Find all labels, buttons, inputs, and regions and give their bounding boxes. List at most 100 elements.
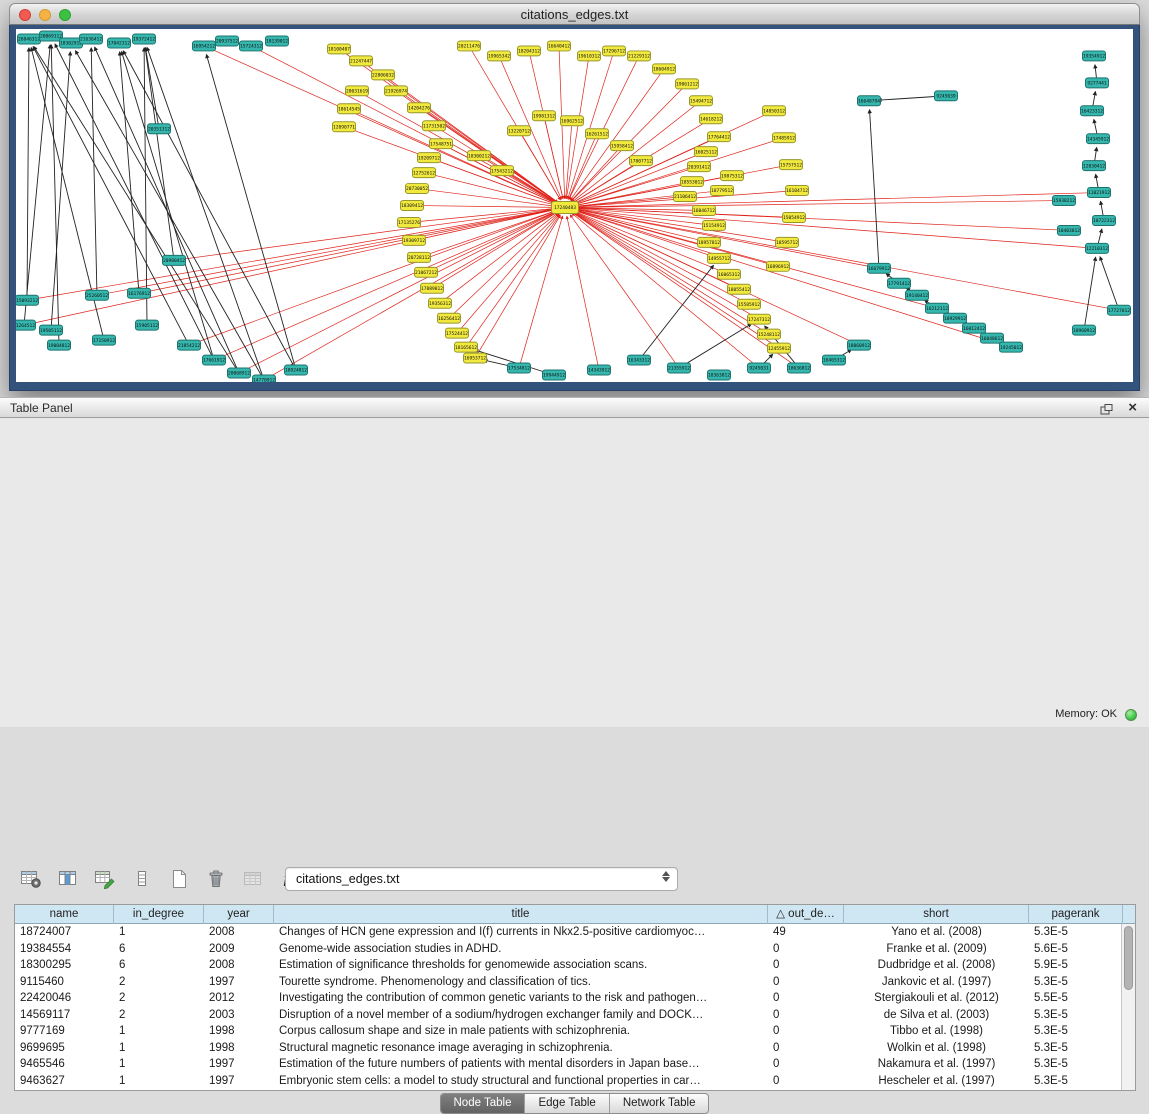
memory-status-light[interactable] <box>1125 709 1137 721</box>
graph-node[interactable]: 16953712 <box>464 353 487 363</box>
graph-node[interactable]: 19610312 <box>578 51 601 61</box>
delete-table-button[interactable] <box>203 866 229 892</box>
graph-node[interactable]: 19004812 <box>48 340 71 350</box>
graph-node[interactable]: 19372412 <box>133 34 156 44</box>
table-row[interactable]: 2242004622012Investigating the contribut… <box>15 990 1135 1007</box>
graph-node[interactable]: 18604912 <box>653 64 676 74</box>
graph-node[interactable]: 16104712 <box>786 186 809 196</box>
graph-node[interactable]: 15724312 <box>240 41 263 51</box>
graph-node[interactable]: 16025112 <box>695 147 718 157</box>
graph-node[interactable]: 17247312 <box>748 314 771 324</box>
column-header-name[interactable]: name <box>15 905 114 924</box>
close-panel-icon[interactable]: × <box>1128 398 1137 418</box>
graph-node[interactable]: 20211476 <box>458 41 481 51</box>
column-header-short[interactable]: short <box>844 905 1029 924</box>
graph-node[interactable]: 20031619 <box>346 86 369 96</box>
show-columns-button[interactable] <box>55 866 81 892</box>
graph-node[interactable]: 21355912 <box>668 363 691 373</box>
graph-node[interactable]: 18924812 <box>285 365 308 375</box>
graph-node[interactable]: 9245031 <box>748 363 771 373</box>
graph-node[interactable]: 16065312 <box>718 269 741 279</box>
graph-node[interactable]: 14618212 <box>700 114 723 124</box>
graph-node[interactable]: 17791412 <box>888 278 911 288</box>
graph-node[interactable]: 13220712 <box>508 126 531 136</box>
graph-node[interactable]: 15494712 <box>690 96 713 106</box>
graph-node[interactable]: 17807712 <box>630 156 653 166</box>
graph-node[interactable]: 12090771 <box>333 122 356 132</box>
graph-node[interactable]: 17889812 <box>421 283 444 293</box>
graph-node[interactable]: 15054912 <box>783 212 806 222</box>
graph-node[interactable]: 16954212 <box>193 41 216 51</box>
graph-node[interactable]: 18929912 <box>944 313 967 323</box>
graph-node[interactable]: 18960912 <box>1073 325 1096 335</box>
graph-node[interactable]: 16256412 <box>438 313 461 323</box>
graph-node[interactable]: 17240483 <box>552 202 579 214</box>
graph-node[interactable]: 15757512 <box>780 160 803 170</box>
graph-node[interactable]: 20937512 <box>216 36 239 46</box>
scrollbar-thumb[interactable] <box>1124 926 1133 990</box>
graph-node[interactable]: 14850312 <box>763 106 786 116</box>
graph-node[interactable]: 17548751 <box>430 139 453 149</box>
graph-node[interactable]: 18553012 <box>681 177 704 187</box>
graph-node[interactable]: 22806032 <box>372 70 395 80</box>
graph-node[interactable]: 19981312 <box>533 111 556 121</box>
column-header-title[interactable]: title <box>274 905 768 924</box>
graph-node[interactable]: 16679912 <box>868 263 891 273</box>
edit-table-button[interactable] <box>92 866 118 892</box>
table-row[interactable]: 1456911722003Disruption of a novel membe… <box>15 1007 1135 1024</box>
graph-node[interactable]: 19245012 <box>1000 342 1023 352</box>
graph-node[interactable]: 16896912 <box>767 261 790 271</box>
table-row[interactable]: 946554611997Estimation of the future num… <box>15 1056 1135 1073</box>
graph-node[interactable]: 15938212 <box>1053 196 1076 206</box>
window-titlebar[interactable]: citations_edges.txt <box>9 3 1140 25</box>
graph-node[interactable]: 21229312 <box>628 51 651 61</box>
graph-node[interactable]: 18139012 <box>266 36 289 46</box>
graph-node[interactable]: 19505112 <box>40 325 63 335</box>
graph-node[interactable]: 21926974 <box>385 86 408 96</box>
graph-node[interactable]: 18957812 <box>698 237 721 247</box>
graph-node[interactable]: 17042312 <box>108 38 131 48</box>
graph-node[interactable]: 18636812 <box>788 363 811 373</box>
graph-node[interactable]: 16465312 <box>823 355 846 365</box>
graph-node[interactable]: 15585912 <box>738 299 761 309</box>
row-options-button[interactable] <box>129 866 155 892</box>
graph-node[interactable]: 16261512 <box>586 129 609 139</box>
column-header-pagerank[interactable]: pagerank <box>1029 905 1123 924</box>
graph-node[interactable]: 19354912 <box>1083 51 1106 61</box>
graph-node[interactable]: 20728112 <box>408 252 431 262</box>
graph-node[interactable]: 10403812 <box>1058 225 1081 235</box>
graph-node[interactable]: 12030412 <box>1083 161 1106 171</box>
close-window-button[interactable] <box>19 9 31 21</box>
graph-node[interactable]: 17764412 <box>708 132 731 142</box>
table-scrollbar[interactable] <box>1121 924 1135 1090</box>
graph-node[interactable]: 16962512 <box>561 116 584 126</box>
graph-node[interactable]: 19309712 <box>403 235 426 245</box>
graph-node[interactable]: 14204276 <box>408 103 431 113</box>
graph-node[interactable]: 16048612 <box>981 333 1004 343</box>
graph-node[interactable]: 11731502 <box>423 121 446 131</box>
graph-node[interactable]: 18204312 <box>518 46 541 56</box>
graph-node[interactable]: 16640412 <box>548 41 571 51</box>
network-canvas[interactable]: 1724048318100407212474472280603221926974… <box>16 29 1133 382</box>
citation-network-graph[interactable]: 1724048318100407212474472280603221926974… <box>16 29 1133 382</box>
graph-node[interactable]: 20069112 <box>40 31 63 41</box>
zoom-window-button[interactable] <box>59 9 71 21</box>
tab-edge-table[interactable]: Edge Table <box>524 1094 608 1113</box>
new-file-button[interactable] <box>166 866 192 892</box>
graph-node[interactable]: 17661912 <box>203 355 226 365</box>
graph-node[interactable]: 17135276 <box>398 217 421 227</box>
graph-node[interactable]: 17150912 <box>93 335 116 345</box>
table-row[interactable]: 1872400712008Changes of HCN gene express… <box>15 924 1135 941</box>
graph-node[interactable]: 21247447 <box>350 56 373 66</box>
graph-node[interactable]: 19209712 <box>418 153 441 163</box>
graph-node[interactable]: 21106412 <box>674 192 697 202</box>
graph-node[interactable]: 15958412 <box>611 141 634 151</box>
graph-node[interactable]: 15248112 <box>758 329 781 339</box>
graph-node[interactable]: 19140412 <box>906 290 929 300</box>
graph-node[interactable]: 18363812 <box>708 370 731 380</box>
column-header-out_degree[interactable]: △ out_de… <box>768 905 844 924</box>
graph-node[interactable]: 18300212 <box>468 151 491 161</box>
graph-node[interactable]: 12210312 <box>1086 243 1109 253</box>
graph-node[interactable]: 16343312 <box>628 355 651 365</box>
graph-node[interactable]: 11264512 <box>16 320 36 330</box>
